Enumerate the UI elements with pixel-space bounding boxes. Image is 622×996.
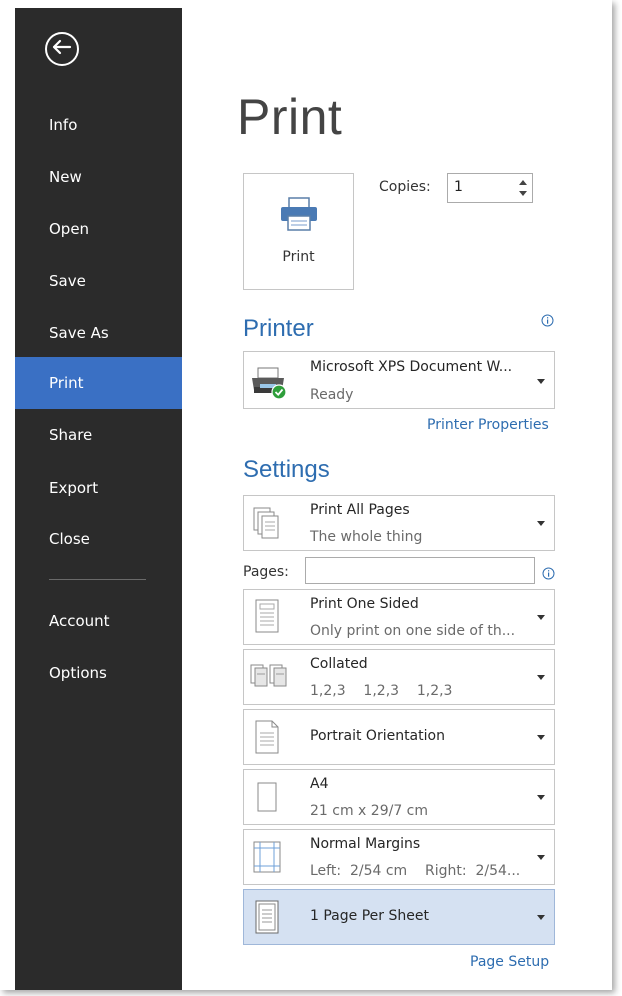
one-sided-icon [250,598,284,640]
orientation-select[interactable]: Portrait Orientation [243,709,555,765]
print-range-sub: The whole thing [310,529,423,545]
sidebar-item-save[interactable]: Save [15,255,182,307]
margins-main: Normal Margins [310,836,421,852]
paper-size-icon [250,779,284,821]
pages-per-sheet-main: 1 Page Per Sheet [310,908,429,924]
print-button[interactable]: Print [243,173,354,290]
sidebar-item-account[interactable]: Account [15,595,182,647]
collation-main: Collated [310,656,368,672]
sidebar-item-print[interactable]: Print [15,357,182,409]
paper-size-sub: 21 cm x 29/7 cm [310,803,429,819]
pages-label: Pages: [243,564,289,580]
backstage-view: Info New Open Save Save As Print Share E… [0,0,612,990]
chevron-down-icon [537,521,545,526]
copies-value: 1 [454,179,463,195]
pages-per-sheet-icon [250,899,284,941]
chevron-down-icon [537,735,545,740]
paper-size-select[interactable]: A4 21 cm x 29/7 cm [243,769,555,825]
sides-sub: Only print on one side of th... [310,623,516,639]
page-setup-link[interactable]: Page Setup [470,954,549,970]
chevron-down-icon [537,615,545,620]
portrait-icon [250,719,284,761]
info-icon[interactable] [541,312,554,331]
print-button-label: Print [282,249,315,265]
sides-main: Print One Sided [310,596,419,612]
printer-select[interactable]: Microsoft XPS Document W... Ready [243,351,555,409]
chevron-down-icon [537,915,545,920]
printer-status: Ready [310,387,354,403]
printer-ready-icon [250,362,290,406]
printer-name: Microsoft XPS Document W... [310,359,513,375]
orientation-main: Portrait Orientation [310,728,445,744]
printer-icon [278,194,320,238]
printer-properties-link[interactable]: Printer Properties [427,417,549,433]
sidebar-divider [49,579,146,580]
chevron-down-icon [537,855,545,860]
sidebar-item-close[interactable]: Close [15,513,182,565]
spinner-arrows-icon[interactable] [518,177,528,199]
collation-sub: 1,2,3 1,2,3 1,2,3 [310,683,453,699]
pages-input[interactable] [305,557,535,584]
chevron-down-icon [537,795,545,800]
back-arrow-icon [52,39,72,59]
sidebar-item-export[interactable]: Export [15,462,182,514]
info-icon[interactable] [542,565,555,584]
sidebar-item-save-as[interactable]: Save As [15,307,182,359]
pages-icon [250,506,284,546]
pages-per-sheet-select[interactable]: 1 Page Per Sheet [243,889,555,945]
sidebar-item-open[interactable]: Open [15,203,182,255]
back-button[interactable] [45,32,79,66]
print-range-main: Print All Pages [310,502,410,518]
sidebar: Info New Open Save Save As Print Share E… [15,8,182,990]
printer-heading: Printer [243,315,314,342]
sidebar-item-info[interactable]: Info [15,99,182,151]
chevron-down-icon [537,675,545,680]
copies-label: Copies: [379,179,431,195]
sidebar-item-share[interactable]: Share [15,409,182,461]
margins-icon [250,839,284,881]
settings-heading: Settings [243,456,330,483]
paper-size-main: A4 [310,776,329,792]
chevron-down-icon [537,379,545,384]
copies-stepper[interactable]: 1 [447,173,533,203]
margins-select[interactable]: Normal Margins Left: 2/54 cm Right: 2/54… [243,829,555,885]
page-title: Print [237,89,343,145]
sides-select[interactable]: Print One Sided Only print on one side o… [243,589,555,645]
collation-select[interactable]: Collated 1,2,3 1,2,3 1,2,3 [243,649,555,705]
sidebar-item-options[interactable]: Options [15,647,182,699]
margins-sub: Left: 2/54 cm Right: 2/54... [310,863,521,879]
sidebar-item-new[interactable]: New [15,151,182,203]
collated-icon [250,662,290,696]
print-range-select[interactable]: Print All Pages The whole thing [243,495,555,551]
